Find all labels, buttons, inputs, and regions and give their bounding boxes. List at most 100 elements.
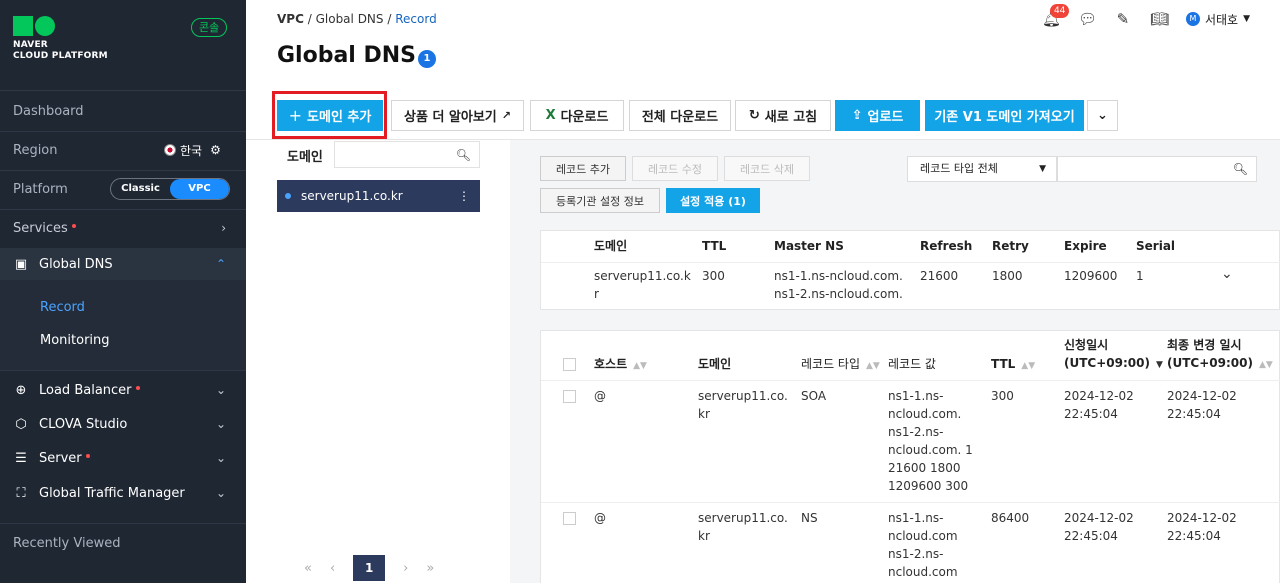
domain-search-input[interactable]: 🔍︎ (334, 141, 480, 168)
last-page-icon[interactable]: » (426, 561, 434, 576)
user-menu[interactable]: M 서태호 ▼ (1185, 11, 1250, 28)
sidebar-item-monitoring[interactable]: Monitoring (0, 330, 246, 350)
upload-button[interactable]: ⇪ 업로드 (835, 100, 920, 131)
sidebar-item-clova-studio[interactable]: ⬡ CLOVA Studio ⌄ (0, 411, 246, 437)
book-icon[interactable]: 📖︎ (1150, 10, 1169, 28)
platform-vpc[interactable]: VPC (170, 179, 229, 199)
value-line: ns1-1.ns- (888, 389, 944, 403)
page-number[interactable]: 1 (353, 555, 386, 581)
download-all-label: 전체 다운로드 (641, 110, 719, 125)
global-dns-label: Global DNS (39, 256, 113, 272)
header-modified-tz: (UTC+09:00) (1167, 356, 1253, 370)
add-record-button[interactable]: 레코드 추가 (540, 156, 626, 181)
breadcrumb-vpc[interactable]: VPC (277, 12, 304, 26)
sidebar-item-dashboard[interactable]: Dashboard (0, 97, 246, 125)
sidebar-item-load-balancer[interactable]: ⊕ Load Balancer ⌄ (0, 377, 246, 403)
sidebar-item-gtm[interactable]: ⛶ Global Traffic Manager ⌄ (0, 480, 246, 506)
next-page-icon[interactable]: › (403, 561, 408, 576)
sidebar-item-platform: Platform Classic VPC (0, 175, 246, 203)
select-all-checkbox[interactable] (563, 358, 576, 371)
record-type-value: 레코드 타입 전체 (920, 162, 998, 175)
load-balancer-label: Load Balancer (39, 382, 132, 398)
page-header: VPC / Global DNS / Record Global DNS 1 🔔… (246, 0, 1280, 90)
naver-cloud-logo[interactable]: NAVER CLOUD PLATFORM (13, 16, 108, 62)
refresh-icon: ↻ (748, 108, 760, 123)
table-row[interactable]: @ serverup11.co. kr SOA ns1-1.ns- ncloud.… (541, 381, 1280, 503)
cell-domain-line: kr (698, 407, 710, 421)
sidebar-item-record[interactable]: Record (0, 297, 246, 317)
table-row[interactable]: @ serverup11.co. kr NS ns1-1.ns- ncloud.c… (541, 503, 1280, 583)
value-line: ncloud.com (888, 565, 958, 579)
logo-line2: CLOUD PLATFORM (13, 51, 108, 61)
cell-domain-line: serverup11.co. (698, 389, 788, 403)
server-icon: ☰ (15, 450, 27, 466)
edit-icon[interactable]: ✎ (1114, 10, 1132, 28)
new-dot (135, 386, 140, 390)
cell-host: @ (594, 389, 606, 403)
refresh-button[interactable]: ↻ 새로 고침 (735, 100, 831, 131)
header-type[interactable]: 레코드 타입 ▲▼ (801, 355, 880, 375)
sort-icon: ▲▼ (1021, 361, 1036, 371)
domain-list-panel: 도메인 🔍︎ serverup11.co.kr ⋮ « ‹ 1 › » (246, 140, 510, 583)
header-ttl-label: TTL (991, 357, 1016, 371)
korea-flag-icon (164, 144, 176, 156)
caret-down-icon: ▼ (1039, 164, 1046, 174)
dns-icon: ▣ (14, 256, 28, 272)
header-modified[interactable]: 최종 변경 일시 (UTC+09:00) ▲▼ (1167, 336, 1273, 374)
value-line: ns1-2.ns- (888, 425, 944, 439)
record-search-input[interactable]: 🔍︎ (1057, 156, 1257, 182)
header-ttl[interactable]: TTL ▲▼ (991, 355, 1035, 375)
page-title: Global DNS (277, 43, 417, 68)
gtm-label: Global Traffic Manager (39, 485, 185, 501)
modified-date: 2024-12-02 (1167, 511, 1237, 525)
upload-icon: ⇪ (851, 108, 863, 123)
delete-record-button[interactable]: 레코드 삭제 (724, 156, 810, 181)
add-domain-button[interactable]: + 도메인 추가 (277, 100, 383, 131)
download-all-button[interactable]: 전체 다운로드 (629, 100, 731, 131)
modified-date: 2024-12-02 (1167, 389, 1237, 403)
first-page-icon[interactable]: « (304, 561, 312, 576)
value-line: 1209600 300 (888, 479, 969, 493)
search-icon[interactable]: 🔍︎ (456, 148, 471, 162)
expand-chevron-icon[interactable]: ⌄ (1221, 265, 1233, 283)
download-button[interactable]: X 다운로드 (530, 100, 624, 131)
soa-ns-line: ns1-2.ns-ncloud.com. (774, 287, 903, 301)
header-created[interactable]: 신청일시 (UTC+09:00) ▼ (1064, 336, 1163, 374)
recently-viewed[interactable]: Recently Viewed (0, 530, 246, 556)
registrar-info-button[interactable]: 등록기관 설정 정보 (540, 188, 660, 213)
sidebar-item-region[interactable]: Region 한국 ⚙ (0, 136, 246, 164)
sidebar-item-services[interactable]: Services › (0, 214, 246, 242)
cell-created: 2024-12-02 22:45:04 (1064, 509, 1134, 545)
record-type-select[interactable]: 레코드 타입 전체 ▼ (907, 156, 1057, 182)
header-host[interactable]: 호스트 ▲▼ (594, 355, 647, 375)
sidebar-item-global-dns[interactable]: ▣ Global DNS ⌃ (0, 248, 246, 280)
prev-page-icon[interactable]: ‹ (330, 561, 335, 576)
apply-settings-button[interactable]: 설정 적용 (1) (666, 188, 760, 213)
platform-classic[interactable]: Classic (111, 179, 170, 199)
chat-icon[interactable]: 💬︎ (1078, 10, 1097, 28)
header-created-line: 신청일시 (1064, 338, 1109, 352)
learn-more-button[interactable]: 상품 더 알아보기 ↗ (391, 100, 524, 131)
cell-value: ns1-1.ns- ncloud.com. ns1-2.ns- ncloud.c… (888, 387, 973, 495)
platform-toggle[interactable]: Classic VPC (110, 178, 230, 200)
global-dns-submenu (0, 280, 246, 370)
console-badge[interactable]: 콘솔 (191, 18, 228, 37)
created-date: 2024-12-02 (1064, 511, 1134, 525)
kebab-menu-icon[interactable]: ⋮ (458, 189, 470, 203)
sidebar-item-server[interactable]: ☰ Server ⌄ (0, 445, 246, 471)
search-icon[interactable]: 🔍︎ (1233, 162, 1248, 176)
record-label: Record (40, 299, 85, 315)
sort-desc-icon: ▼ (1155, 360, 1163, 370)
edit-record-button[interactable]: 레코드 수정 (632, 156, 718, 181)
more-actions-button[interactable]: ⌄ (1087, 100, 1118, 131)
row-checkbox[interactable] (563, 390, 576, 403)
new-dot (71, 224, 76, 228)
gear-icon[interactable]: ⚙ (210, 143, 221, 157)
import-v1-button[interactable]: 기존 V1 도메인 가져오기 (925, 100, 1084, 131)
breadcrumb-global-dns[interactable]: Global DNS (316, 12, 384, 26)
cell-ttl: 86400 (991, 511, 1030, 525)
row-checkbox[interactable] (563, 512, 576, 525)
domain-list-item[interactable]: serverup11.co.kr ⋮ (277, 180, 480, 212)
soa-master-ns: ns1-1.ns-ncloud.com. ns1-2.ns-ncloud.com. (774, 267, 903, 303)
bell-icon[interactable]: 🔔︎ 44 (1042, 4, 1070, 28)
